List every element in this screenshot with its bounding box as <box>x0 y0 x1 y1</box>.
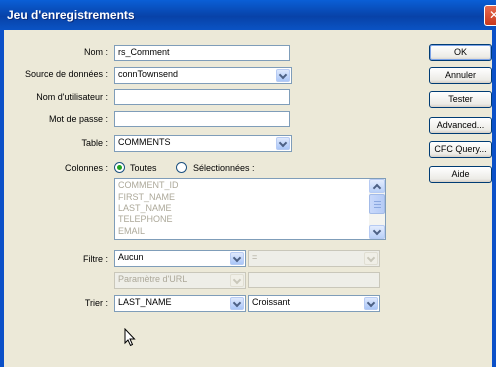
window-border-left <box>0 30 4 367</box>
table-value: COMMENTS <box>118 137 171 147</box>
username-label: Nom d'utilisateur : <box>36 92 108 102</box>
sort-label: Trier : <box>84 298 108 308</box>
password-label: Mot de passe : <box>48 114 108 124</box>
data-source-value: connTownsend <box>118 69 179 79</box>
filter-operator-select: = <box>248 250 380 267</box>
ok-button[interactable]: OK <box>429 44 492 61</box>
close-icon: ✕ <box>489 8 496 22</box>
scroll-down-button[interactable] <box>369 225 385 239</box>
chevron-down-icon[interactable] <box>276 137 290 150</box>
table-select[interactable]: COMMENTS <box>114 135 292 152</box>
chevron-down-icon <box>364 252 378 265</box>
chevron-down-icon <box>230 274 244 287</box>
filter-column-value: Aucun <box>118 252 144 262</box>
list-item[interactable]: LAST_NAME <box>118 203 172 213</box>
name-field[interactable]: rs_Comment <box>114 45 290 61</box>
filter-param-type-select: Paramètre d'URL <box>114 272 246 289</box>
scroll-thumb[interactable] <box>369 194 385 214</box>
test-button[interactable]: Tester <box>429 91 492 108</box>
filter-operator-value: = <box>252 252 258 262</box>
name-label: Nom : <box>83 47 108 57</box>
data-source-label: Source de données : <box>24 69 108 79</box>
columns-listbox[interactable]: COMMENT_ID FIRST_NAME LAST_NAME TELEPHON… <box>114 178 386 240</box>
password-field[interactable] <box>114 111 290 127</box>
chevron-up-icon <box>372 183 382 193</box>
columns-selected-radio[interactable] <box>176 162 187 173</box>
table-label: Table : <box>81 138 108 148</box>
columns-all-radio[interactable] <box>114 162 125 173</box>
help-button[interactable]: Aide <box>429 166 492 183</box>
chevron-down-icon[interactable] <box>276 69 290 82</box>
radio-selected-dot <box>117 165 122 170</box>
close-button[interactable]: ✕ <box>484 5 496 26</box>
chevron-down-icon <box>372 226 382 236</box>
list-item[interactable]: FIRST_NAME <box>118 192 175 202</box>
scroll-up-button[interactable] <box>369 179 385 193</box>
sort-column-value: LAST_NAME <box>118 297 172 307</box>
mouse-pointer-icon <box>124 328 136 347</box>
title-bar[interactable]: Jeu d'enregistrements ✕ <box>0 0 496 30</box>
window-title: Jeu d'enregistrements <box>7 8 135 22</box>
filter-label: Filtre : <box>82 254 108 264</box>
window-border-right <box>492 30 496 367</box>
columns-all-label[interactable]: Toutes <box>130 163 157 173</box>
filter-param-type-value: Paramètre d'URL <box>118 274 188 284</box>
chevron-down-icon[interactable] <box>230 252 244 265</box>
sort-column-select[interactable]: LAST_NAME <box>114 295 246 312</box>
filter-param-field <box>248 272 380 288</box>
chevron-down-icon[interactable] <box>364 297 378 310</box>
list-item[interactable]: TELEPHONE <box>118 214 173 224</box>
filter-column-select[interactable]: Aucun <box>114 250 246 267</box>
columns-label: Colonnes : <box>64 163 108 173</box>
recordset-dialog: Jeu d'enregistrements ✕ Nom : rs_Comment… <box>0 0 496 367</box>
list-item[interactable]: EMAIL <box>118 226 145 236</box>
chevron-down-icon[interactable] <box>230 297 244 310</box>
cfc-query-button[interactable]: CFC Query... <box>429 141 492 158</box>
cancel-button[interactable]: Annuler <box>429 67 492 84</box>
data-source-select[interactable]: connTownsend <box>114 67 292 84</box>
username-field[interactable] <box>114 89 290 105</box>
sort-order-select[interactable]: Croissant <box>248 295 380 312</box>
columns-scrollbar[interactable] <box>369 179 385 239</box>
list-item[interactable]: COMMENT_ID <box>118 180 179 190</box>
sort-order-value: Croissant <box>252 297 291 307</box>
advanced-button[interactable]: Advanced... <box>429 117 492 134</box>
columns-selected-label[interactable]: Sélectionnées : <box>193 163 255 173</box>
